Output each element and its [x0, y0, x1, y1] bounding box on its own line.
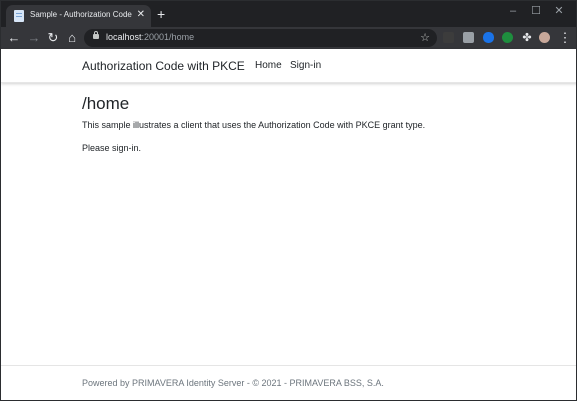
site-footer: Powered by PRIMAVERA Identity Server - ©…: [1, 365, 576, 400]
browser-toolbar: ← → ↻ ⌂ localhost:20001/home ☆ ✤ ⋮: [1, 27, 576, 49]
profile-avatar[interactable]: [539, 32, 550, 43]
tab-title: Sample - Authorization Code wit: [30, 10, 134, 19]
nav-link-home[interactable]: Home: [255, 60, 282, 71]
site-navbar: Authorization Code with PKCE Home Sign-i…: [1, 49, 576, 83]
back-button[interactable]: ←: [6, 29, 22, 47]
address-bar[interactable]: localhost:20001/home ☆: [84, 29, 437, 47]
extension-icon-3[interactable]: [483, 32, 494, 43]
minimize-button[interactable]: –: [504, 3, 522, 19]
browser-window: Sample - Authorization Code wit ✕ + – ☐ …: [0, 0, 577, 401]
browser-menu-button[interactable]: ⋮: [557, 29, 573, 47]
footer-text: Powered by PRIMAVERA Identity Server - ©…: [82, 378, 384, 388]
nav-link-signin[interactable]: Sign-in: [290, 60, 321, 71]
bookmark-star-icon[interactable]: ☆: [420, 30, 430, 46]
extension-icon-2[interactable]: [463, 32, 474, 43]
signin-prompt: Please sign-in.: [82, 143, 142, 153]
tab-strip: Sample - Authorization Code wit ✕ + – ☐ …: [1, 1, 576, 27]
site-brand[interactable]: Authorization Code with PKCE: [82, 59, 245, 73]
forward-button[interactable]: →: [26, 29, 42, 47]
address-host: localhost: [106, 32, 142, 42]
page-favicon-icon: [14, 10, 24, 22]
extension-icon-1[interactable]: [443, 32, 454, 43]
address-path: :20001/home: [141, 32, 195, 42]
new-tab-button[interactable]: +: [157, 7, 165, 21]
reload-button[interactable]: ↻: [45, 29, 61, 47]
page-content: Authorization Code with PKCE Home Sign-i…: [1, 49, 576, 400]
home-button[interactable]: ⌂: [64, 29, 80, 47]
tab-close-icon[interactable]: ✕: [137, 8, 145, 22]
maximize-button[interactable]: ☐: [527, 3, 545, 19]
page-title: /home: [82, 94, 130, 113]
close-window-button[interactable]: ✕: [550, 3, 568, 19]
extensions-puzzle-icon[interactable]: ✤: [519, 29, 535, 47]
extension-icon-4[interactable]: [502, 32, 513, 43]
address-url[interactable]: localhost:20001/home: [106, 32, 194, 42]
tab-sample[interactable]: Sample - Authorization Code wit ✕: [6, 5, 151, 27]
lock-icon: [93, 31, 99, 39]
intro-text: This sample illustrates a client that us…: [82, 120, 426, 130]
